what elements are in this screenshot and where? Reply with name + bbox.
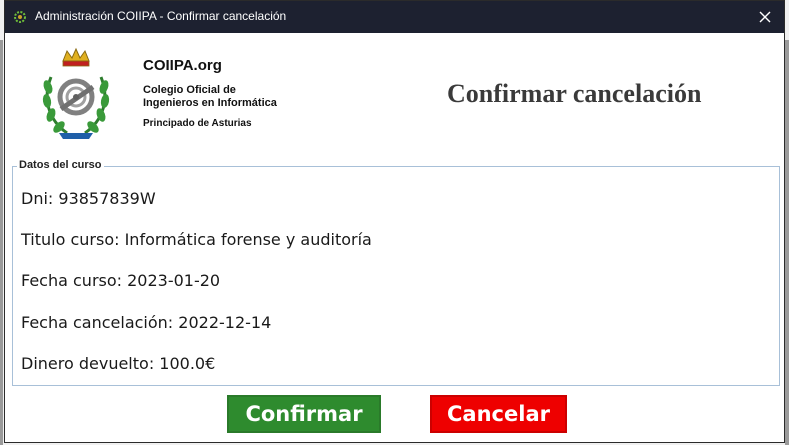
background-window-edge — [785, 40, 789, 445]
course-details-panel: Datos del curso Dni: 93857839W Titulo cu… — [12, 159, 780, 386]
title-bar[interactable]: Administración COIIPA - Confirmar cancel… — [5, 1, 784, 33]
organization-region: Principado de Asturias — [143, 118, 252, 129]
dni-label: Dni: 93857839W — [21, 189, 156, 208]
organization-line-1: Colegio Oficial de — [143, 84, 236, 96]
dialog-window: Administración COIIPA - Confirmar cancel… — [4, 0, 785, 443]
close-button[interactable] — [746, 1, 784, 33]
cancel-button[interactable]: Cancelar — [430, 395, 567, 433]
refund-amount-label: Dinero devuelto: 100.0€ — [21, 354, 216, 373]
coiipa-crest-logo — [42, 47, 110, 139]
gear-icon — [14, 11, 26, 23]
window-title: Administración COIIPA - Confirmar cancel… — [35, 9, 287, 23]
organization-line-2: Ingenieros en Informática — [143, 97, 277, 109]
cancellation-date-label: Fecha cancelación: 2022-12-14 — [21, 313, 272, 332]
course-date-label: Fecha curso: 2023-01-20 — [21, 271, 221, 290]
organization-info: COIIPA.org Colegio Oficial de Ingenieros… — [143, 57, 277, 129]
page-title: Confirmar cancelación — [447, 79, 702, 108]
confirm-button[interactable]: Confirmar — [227, 395, 381, 433]
background-window-edge — [0, 40, 3, 445]
close-icon — [759, 11, 771, 23]
course-details-legend: Datos del curso — [17, 159, 104, 171]
organization-name: COIIPA.org — [143, 57, 222, 74]
course-title-label: Titulo curso: Informática forense y audi… — [21, 230, 372, 249]
